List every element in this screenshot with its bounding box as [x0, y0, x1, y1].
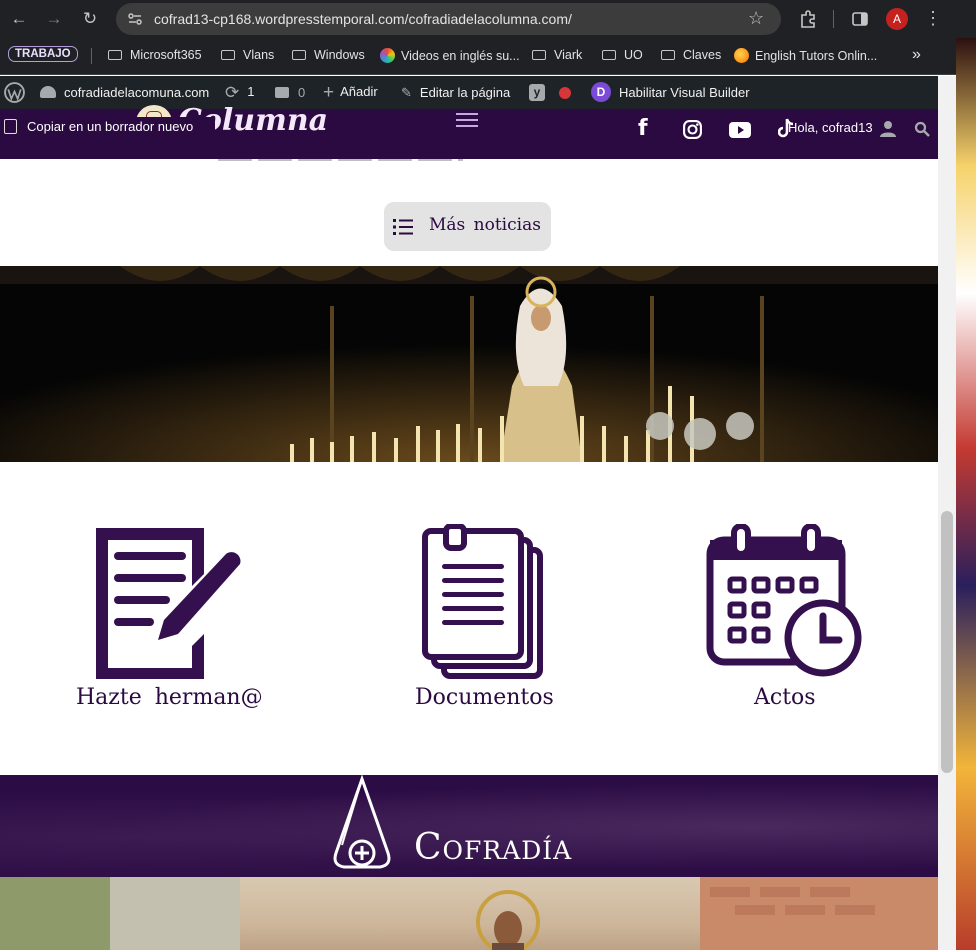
toolbar-divider	[833, 10, 834, 28]
wp-admin-bar: cofradiadelacomuna.com ⟳ 1 0 + Añadir ✎ Edi…	[0, 76, 938, 109]
bookmarks-bar: TRABAJO Microsoft365 Vlans Windows Video…	[0, 38, 956, 75]
back-icon[interactable]: ←	[9, 9, 29, 29]
url-text[interactable]: cofrad13-cp168.wordpresstemporal.com/cof…	[154, 11, 572, 27]
register-form-icon[interactable]	[90, 524, 245, 679]
documents-icon[interactable]	[422, 524, 544, 679]
wp-add-new[interactable]: + Añadir	[323, 82, 378, 104]
tile-label-join[interactable]: Hazte herman@	[76, 685, 263, 710]
wp-comments[interactable]: 0	[275, 85, 305, 100]
list-icon	[393, 219, 413, 235]
bookmarks-divider	[91, 48, 92, 64]
bookmark-star-icon[interactable]: ☆	[748, 8, 764, 29]
section-title-cofradia: Cofradía	[414, 827, 573, 868]
procession-photo	[0, 877, 938, 950]
folder-icon	[532, 50, 546, 60]
search-icon[interactable]	[914, 121, 930, 137]
bookmark-windows[interactable]: Windows	[292, 48, 365, 62]
extensions-icon[interactable]	[798, 9, 818, 29]
copy-document-icon	[4, 119, 17, 134]
wp-visual-builder[interactable]: Habilitar Visual Builder	[619, 85, 750, 100]
yoast-seo-icon[interactable]: y	[529, 84, 545, 101]
bookmark-claves[interactable]: Claves	[661, 48, 721, 62]
tile-label-documents[interactable]: Documentos	[415, 685, 554, 710]
page-content: Más noticias Hazte herman@ Documentos Ac…	[0, 159, 938, 950]
side-panel-icon[interactable]	[851, 10, 869, 28]
wp-edit-page[interactable]: ✎ Editar la página	[401, 85, 510, 101]
youtube-icon[interactable]	[729, 122, 751, 138]
divi-logo-icon: D	[591, 82, 611, 102]
menu-kebab-icon[interactable]: ⋮	[924, 7, 942, 29]
folder-icon	[292, 50, 306, 60]
bookmark-videos[interactable]: Videos en inglés su...	[380, 48, 520, 63]
comment-bubble-icon	[275, 87, 289, 98]
wp-updates[interactable]: ⟳ 1	[225, 83, 254, 103]
folder-icon	[221, 50, 235, 60]
more-news-button[interactable]: Más noticias	[384, 202, 551, 251]
hero-illustration	[0, 266, 938, 462]
scrollbar-thumb[interactable]	[941, 511, 953, 773]
bookmark-english-tutors[interactable]: English Tutors Onlin...	[734, 48, 877, 63]
folder-icon	[602, 50, 616, 60]
site-header: Columna Copiar en un borrador nuevo f Ho…	[0, 103, 938, 159]
tile-label-events[interactable]: Actos	[754, 685, 816, 710]
pencil-icon: ✎	[401, 85, 412, 100]
copy-draft-link[interactable]: Copiar en un borrador nuevo	[4, 119, 193, 134]
plus-icon: +	[323, 82, 335, 103]
seo-status-dot	[559, 87, 571, 99]
hamburger-menu-icon[interactable]	[456, 113, 478, 128]
cutoff-text-fragment	[218, 159, 463, 161]
facebook-icon[interactable]: f	[638, 116, 648, 141]
instagram-icon[interactable]	[682, 119, 703, 140]
procession-illustration	[0, 877, 938, 950]
calendar-clock-icon[interactable]	[706, 524, 862, 679]
profile-avatar[interactable]: A	[886, 8, 908, 30]
dashboard-gauge-icon	[40, 86, 56, 98]
folder-icon	[661, 50, 675, 60]
site-info-icon[interactable]	[127, 11, 143, 27]
hero-photo-virgin	[0, 266, 938, 462]
colorful-site-icon	[380, 48, 395, 63]
cofradia-banner: Cofradía	[0, 775, 938, 879]
reload-icon[interactable]: ↻	[80, 9, 100, 29]
forward-icon[interactable]: →	[44, 9, 64, 29]
wp-greeting[interactable]: Hola, cofrad13	[788, 120, 873, 135]
more-news-label: Más noticias	[429, 215, 541, 235]
bookmark-uo[interactable]: UO	[602, 48, 643, 62]
user-avatar-icon[interactable]	[880, 120, 896, 137]
background-window-strip	[956, 38, 976, 950]
bookmark-vlans[interactable]: Vlans	[221, 48, 274, 62]
wp-site-link[interactable]: cofradiadelacomuna.com	[40, 85, 209, 100]
bookmark-microsoft365[interactable]: Microsoft365	[108, 48, 202, 62]
wordpress-logo-icon[interactable]	[4, 82, 25, 103]
bookmarks-overflow-icon[interactable]: »	[912, 46, 921, 64]
folder-icon	[108, 50, 122, 60]
updates-icon: ⟳	[225, 83, 240, 102]
bookmark-viark[interactable]: Viark	[532, 48, 582, 62]
address-bar[interactable]: cofrad13-cp168.wordpresstemporal.com/cof…	[116, 3, 781, 35]
tutor-site-icon	[734, 48, 749, 63]
nazareno-hood-icon	[333, 775, 391, 869]
browser-toolbar: ← → ↻ cofrad13-cp168.wordpresstemporal.c…	[0, 0, 976, 38]
tab-group-trabajo[interactable]: TRABAJO	[8, 46, 78, 62]
